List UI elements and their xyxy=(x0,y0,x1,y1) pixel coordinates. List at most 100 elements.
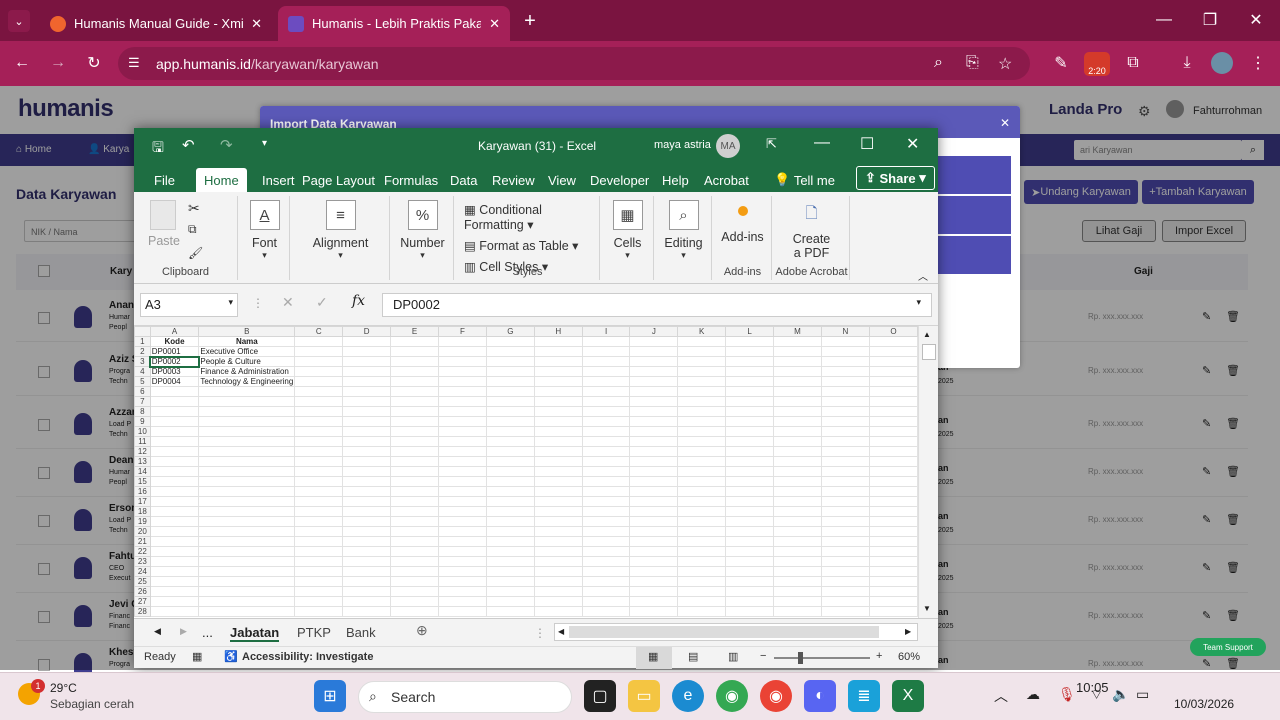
row-header[interactable]: 22 xyxy=(134,546,151,557)
sheet-table[interactable]: A B C D E F G H I J K L M N O 1 Kode Nama 2 DP0001 Executive… xyxy=(134,326,918,617)
name-box[interactable]: A3 ▾ xyxy=(140,293,238,317)
cell[interactable] xyxy=(294,596,344,607)
cell[interactable] xyxy=(868,346,918,357)
cell[interactable] xyxy=(533,466,583,477)
cell[interactable] xyxy=(294,516,344,527)
cell[interactable] xyxy=(533,586,583,597)
cell[interactable] xyxy=(485,406,535,417)
cell[interactable] xyxy=(820,536,870,547)
addins-group[interactable]: Add-ins Add-ins xyxy=(714,196,772,280)
file-explorer-icon[interactable]: ▭ xyxy=(628,680,660,712)
cell[interactable] xyxy=(772,496,822,507)
cell[interactable] xyxy=(390,386,440,397)
cell[interactable] xyxy=(677,556,727,567)
cell[interactable] xyxy=(438,516,487,527)
cell[interactable] xyxy=(677,466,727,477)
column-header[interactable]: C xyxy=(294,326,344,337)
cell[interactable] xyxy=(485,436,535,447)
cell[interactable] xyxy=(342,606,392,617)
alignment-group[interactable]: ≡ Alignment ▾ xyxy=(292,196,390,280)
cell[interactable] xyxy=(820,596,870,607)
cell[interactable] xyxy=(820,416,870,427)
cut-icon[interactable]: ✂ xyxy=(188,200,200,217)
cell[interactable] xyxy=(294,406,344,417)
zoom-slider[interactable] xyxy=(774,652,870,664)
cell[interactable] xyxy=(390,506,440,517)
cell[interactable] xyxy=(533,476,583,487)
cell[interactable] xyxy=(438,436,487,447)
cell[interactable] xyxy=(485,566,535,577)
cell[interactable] xyxy=(294,556,344,567)
cell[interactable] xyxy=(581,366,631,377)
cell[interactable] xyxy=(868,506,918,517)
cell[interactable] xyxy=(725,566,774,577)
ribbon-tab-developer[interactable]: Developer xyxy=(582,168,657,192)
cell[interactable] xyxy=(629,356,679,367)
cell[interactable] xyxy=(485,426,535,437)
close-tab-icon[interactable]: ✕ xyxy=(251,16,262,32)
cell[interactable] xyxy=(629,366,679,377)
cell[interactable] xyxy=(629,536,679,547)
cell[interactable] xyxy=(677,456,727,467)
cell[interactable] xyxy=(725,586,774,597)
cell[interactable] xyxy=(581,476,631,487)
cell[interactable] xyxy=(820,436,870,447)
cell[interactable] xyxy=(294,446,344,457)
cell[interactable] xyxy=(581,426,631,437)
cell[interactable] xyxy=(772,536,822,547)
cell[interactable] xyxy=(677,606,727,617)
row-header[interactable]: 2 xyxy=(134,346,151,357)
cell[interactable] xyxy=(149,566,200,577)
cell[interactable] xyxy=(149,526,200,537)
cell[interactable] xyxy=(629,566,679,577)
excel-taskbar-icon[interactable]: X xyxy=(892,680,924,712)
zoom-icon[interactable]: ⌕ xyxy=(934,54,943,72)
cell[interactable]: Executive Office xyxy=(198,346,296,357)
next-sheet-icon[interactable]: ▶ xyxy=(180,626,187,637)
cell[interactable] xyxy=(390,476,440,487)
wifi-icon[interactable]: ⌔ xyxy=(1090,686,1103,704)
cell[interactable] xyxy=(533,566,583,577)
cell[interactable] xyxy=(533,426,583,437)
cell[interactable] xyxy=(772,346,822,357)
cell[interactable] xyxy=(868,566,918,577)
cell[interactable] xyxy=(772,596,822,607)
cell[interactable] xyxy=(820,496,870,507)
cell[interactable] xyxy=(533,526,583,537)
cell[interactable] xyxy=(820,606,870,617)
cell[interactable] xyxy=(533,446,583,457)
cell[interactable] xyxy=(485,456,535,467)
cell[interactable] xyxy=(438,366,487,377)
cell[interactable] xyxy=(390,466,440,477)
excel-user-avatar[interactable]: MA xyxy=(716,134,740,158)
cell[interactable] xyxy=(581,566,631,577)
new-tab-icon[interactable]: + xyxy=(518,10,542,32)
cell[interactable] xyxy=(438,506,487,517)
cell[interactable] xyxy=(438,606,487,617)
customize-qat-icon[interactable]: ▾ xyxy=(262,138,267,149)
cell[interactable] xyxy=(438,486,487,497)
cell[interactable] xyxy=(149,456,200,467)
cell[interactable] xyxy=(820,476,870,487)
tray-chevron-icon[interactable]: ︿ xyxy=(994,686,1008,706)
cell[interactable] xyxy=(533,606,583,617)
cell[interactable] xyxy=(390,336,440,347)
extensions-icon[interactable]: ⧉ xyxy=(1122,52,1144,74)
cell[interactable] xyxy=(198,596,296,607)
cell[interactable] xyxy=(677,496,727,507)
cell[interactable] xyxy=(485,576,535,587)
cell[interactable] xyxy=(629,446,679,457)
cell[interactable] xyxy=(438,566,487,577)
cell[interactable] xyxy=(149,506,200,517)
modal-step-1[interactable] xyxy=(936,156,1011,194)
cell[interactable] xyxy=(629,526,679,537)
sheet-more[interactable]: ... xyxy=(202,625,213,640)
cell[interactable] xyxy=(149,596,200,607)
page-layout-view-icon[interactable]: ▤ xyxy=(688,650,698,663)
cell[interactable] xyxy=(438,386,487,397)
cell[interactable] xyxy=(772,556,822,567)
row-header[interactable]: 1 xyxy=(134,336,151,347)
cell[interactable] xyxy=(533,556,583,567)
cell[interactable] xyxy=(485,346,535,357)
cell[interactable] xyxy=(342,576,392,587)
